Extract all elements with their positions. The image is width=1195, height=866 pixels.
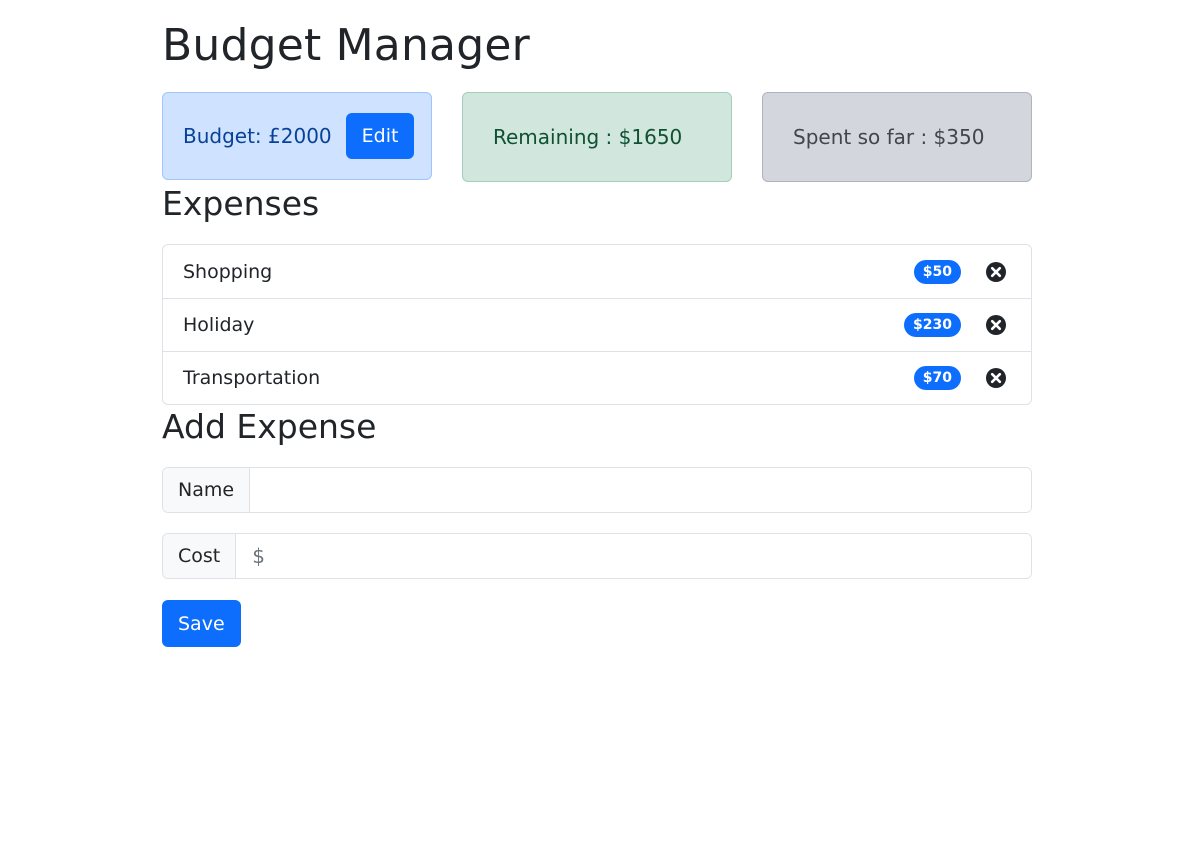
name-input[interactable] bbox=[250, 468, 1031, 512]
cost-label: Cost bbox=[163, 534, 237, 578]
remaining-card: Remaining : $1650 bbox=[462, 92, 732, 182]
x-circle-fill-icon[interactable] bbox=[985, 314, 1007, 336]
spent-card: Spent so far : $350 bbox=[762, 92, 1032, 182]
add-expense-heading: Add Expense bbox=[162, 407, 377, 446]
expense-item: Transportation $70 bbox=[163, 351, 1031, 404]
cost-input-group: Cost bbox=[162, 533, 1032, 579]
expenses-heading: Expenses bbox=[162, 184, 320, 223]
expense-name: Holiday bbox=[183, 314, 255, 336]
expense-list: Shopping $50 Holiday $230 Transportation… bbox=[162, 244, 1032, 405]
save-button[interactable]: Save bbox=[162, 600, 241, 647]
budget-text: Budget: £2000 bbox=[183, 124, 332, 148]
cost-input[interactable] bbox=[236, 534, 1031, 578]
expense-cost-badge: $230 bbox=[904, 313, 961, 337]
expense-name: Shopping bbox=[183, 260, 273, 283]
name-input-group: Name bbox=[162, 467, 1032, 513]
expense-item: Shopping $50 bbox=[163, 245, 1031, 298]
summary-cards: Budget: £2000 Edit Remaining : $1650 Spe… bbox=[162, 92, 1032, 182]
edit-budget-button[interactable]: Edit bbox=[345, 113, 415, 159]
app-container: Budget Manager Budget: £2000 Edit Remain… bbox=[162, 0, 1032, 647]
budget-card: Budget: £2000 Edit bbox=[162, 92, 432, 180]
spent-text: Spent so far : $350 bbox=[793, 125, 985, 149]
expense-name: Transportation bbox=[183, 367, 321, 389]
expense-cost-badge: $50 bbox=[913, 259, 961, 284]
x-circle-fill-icon[interactable] bbox=[985, 261, 1007, 283]
x-circle-fill-icon[interactable] bbox=[985, 367, 1007, 389]
name-label: Name bbox=[163, 468, 251, 512]
expense-cost-badge: $70 bbox=[913, 366, 961, 390]
page-title: Budget Manager bbox=[162, 20, 530, 71]
expense-item: Holiday $230 bbox=[163, 298, 1031, 351]
remaining-text: Remaining : $1650 bbox=[493, 125, 683, 149]
